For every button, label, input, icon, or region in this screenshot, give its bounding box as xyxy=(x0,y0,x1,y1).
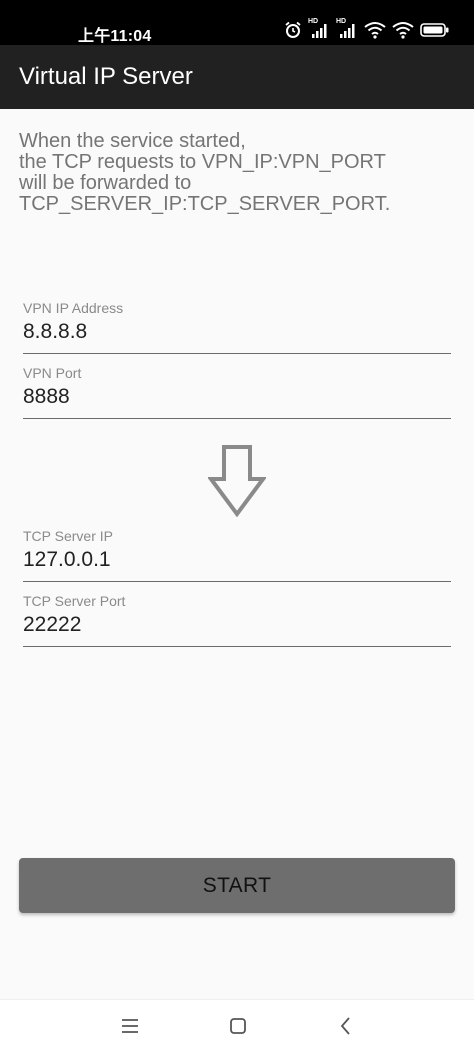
vpn-port-input[interactable]: 8888 xyxy=(23,385,70,409)
field-underline xyxy=(23,418,451,419)
wifi-icon xyxy=(392,21,414,39)
status-icons: HD HD xyxy=(284,18,450,39)
tcp-server-ip-label: TCP Server IP xyxy=(23,528,113,544)
app-bar: Virtual IP Server xyxy=(0,45,474,109)
intro-text: When the service started, the TCP reques… xyxy=(19,131,459,215)
field-underline xyxy=(23,646,451,647)
vpn-ip-input[interactable]: 8.8.8.8 xyxy=(23,320,87,344)
intro-line: When the service started, xyxy=(19,130,246,152)
signal-hd-icon: HD xyxy=(336,18,358,39)
start-button[interactable]: START xyxy=(19,858,455,913)
tcp-server-port-input[interactable]: 22222 xyxy=(23,613,81,637)
tcp-server-port-label: TCP Server Port xyxy=(23,593,126,609)
intro-line: will be forwarded to xyxy=(19,172,192,194)
wifi-icon xyxy=(364,21,386,39)
signal-hd-icon: HD xyxy=(308,18,330,39)
arrow-down-icon xyxy=(207,445,267,522)
intro-line: the TCP requests to VPN_IP:VPN_PORT xyxy=(19,151,386,173)
alarm-icon xyxy=(284,21,302,39)
status-time: 上午11:04 xyxy=(78,28,152,45)
vpn-ip-label: VPN IP Address xyxy=(23,300,124,316)
app-title: Virtual IP Server xyxy=(19,63,193,90)
battery-icon xyxy=(420,22,450,38)
navigation-bar xyxy=(0,999,474,1054)
status-bar: 上午11:04 HD HD xyxy=(0,0,474,45)
back-icon[interactable] xyxy=(336,1016,356,1041)
field-underline xyxy=(23,581,451,582)
home-icon[interactable] xyxy=(228,1016,248,1041)
tcp-server-ip-input[interactable]: 127.0.0.1 xyxy=(23,548,111,572)
field-underline xyxy=(23,353,451,354)
intro-line: TCP_SERVER_IP:TCP_SERVER_PORT. xyxy=(19,193,391,215)
vpn-port-label: VPN Port xyxy=(23,365,82,381)
menu-icon[interactable] xyxy=(120,1016,140,1041)
